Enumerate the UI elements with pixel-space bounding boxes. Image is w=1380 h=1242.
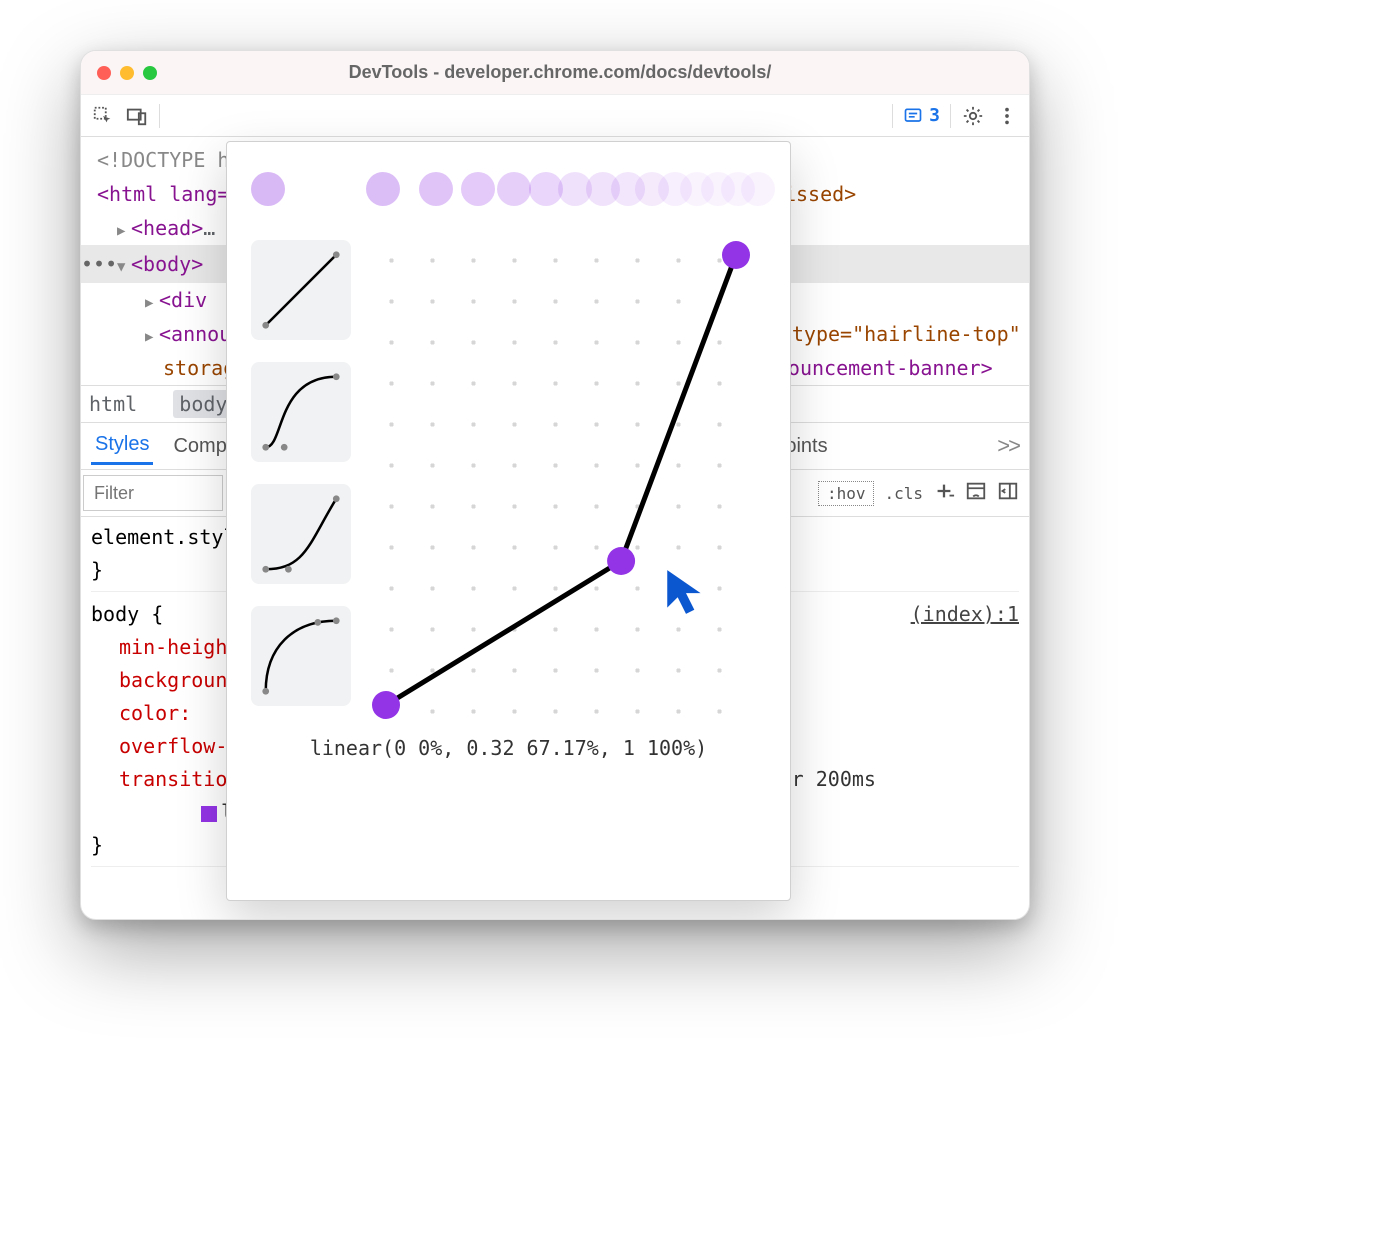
devtools-toolbar: 3 <box>81 95 1029 137</box>
preset-ease-out[interactable] <box>251 606 351 706</box>
inspect-icon[interactable] <box>91 104 115 128</box>
divider <box>892 104 893 128</box>
kebab-icon[interactable] <box>995 104 1019 128</box>
preset-ease-in[interactable] <box>251 484 351 584</box>
issues-count: 3 <box>929 105 940 126</box>
easing-expression[interactable]: linear(0 0%, 0.32 67.17%, 1 100%) <box>251 736 766 760</box>
easing-presets <box>251 240 351 720</box>
device-toolbar-icon[interactable] <box>125 104 149 128</box>
crumb-body[interactable]: body <box>173 390 233 418</box>
preview-dot <box>366 172 400 206</box>
curve-handle[interactable] <box>722 241 750 269</box>
issues-badge[interactable]: 3 <box>903 105 940 126</box>
new-rule-icon[interactable] <box>933 480 955 506</box>
easing-curve[interactable] <box>371 240 751 720</box>
gear-icon[interactable] <box>961 104 985 128</box>
curve-handle[interactable] <box>607 547 635 575</box>
divider <box>950 104 951 128</box>
devtools-window: DevTools - developer.chrome.com/docs/dev… <box>80 50 1030 920</box>
tabs-overflow-icon[interactable]: >> <box>997 433 1019 459</box>
preview-dot <box>741 172 775 206</box>
preview-dot <box>497 172 531 206</box>
hov-toggle[interactable]: :hov <box>818 481 875 506</box>
preset-ease-in-out[interactable] <box>251 362 351 462</box>
tab-styles[interactable]: Styles <box>91 427 153 465</box>
curve-handle[interactable] <box>372 691 400 719</box>
preset-linear[interactable] <box>251 240 351 340</box>
window-title: DevTools - developer.chrome.com/docs/dev… <box>107 62 1013 83</box>
easing-swatch-icon[interactable] <box>201 806 217 822</box>
window-titlebar: DevTools - developer.chrome.com/docs/dev… <box>81 51 1029 95</box>
easing-grid[interactable] <box>371 240 751 720</box>
preview-dot <box>461 172 495 206</box>
preview-dot <box>419 172 453 206</box>
rule-source[interactable]: (index):1 <box>911 598 1019 631</box>
divider <box>159 104 160 128</box>
easing-preview-track[interactable] <box>251 166 766 214</box>
crumb-html[interactable]: html <box>89 392 137 416</box>
easing-editor-popup: linear(0 0%, 0.32 67.17%, 1 100%) <box>226 141 791 901</box>
preview-dot <box>251 172 285 206</box>
toggle-sidebar-icon[interactable] <box>997 480 1019 506</box>
cls-toggle[interactable]: .cls <box>884 484 923 503</box>
panel-icon[interactable] <box>965 480 987 506</box>
styles-filter-input[interactable] <box>83 475 223 511</box>
